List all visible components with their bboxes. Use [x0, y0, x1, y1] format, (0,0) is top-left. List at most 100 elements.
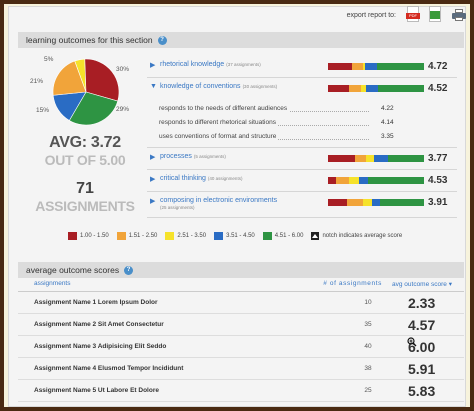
bar-segment-band2 — [335, 177, 350, 184]
bar-segment-band2 — [352, 63, 363, 70]
outcome-row-rhetorical-knowledge[interactable]: ▶ rhetorical knowledge (37 assignments) 4… — [147, 56, 457, 78]
outcome-row-critical-thinking[interactable]: ▶ critical thinking (40 assignments) 4.53 — [147, 170, 457, 192]
assignments-count: 71 — [76, 180, 94, 197]
outcome-distribution-bar — [328, 63, 424, 70]
outcome-name[interactable]: knowledge of conventions — [160, 83, 241, 90]
assignment-name[interactable]: Assignment Name 4 Elusmod Tempor Incidid… — [18, 365, 298, 372]
bar-segment-band2 — [354, 155, 367, 162]
assignment-name[interactable]: Assignment Name 1 Lorem Ipsum Dolor — [18, 299, 298, 306]
sort-desc-icon[interactable]: ▾ — [449, 281, 452, 288]
outcome-name[interactable]: processes — [160, 153, 192, 160]
info-icon[interactable]: ? — [157, 35, 167, 45]
assignment-count: 35 — [364, 321, 372, 328]
outcome-count: (40 assignments) — [207, 176, 243, 181]
pie-chart — [52, 58, 120, 126]
outcome-row-processes[interactable]: ▶ processes (5 assignments) 3.77 — [147, 148, 457, 170]
table-row[interactable]: Assignment Name 2 Sit Amet Consectetur 35… — [18, 314, 464, 336]
outcome-score: 4.53 — [428, 175, 448, 186]
bar-segment-band1 — [328, 63, 352, 70]
collapse-arrow-icon[interactable]: ▼ — [150, 83, 157, 90]
assignment-score: 2.33 — [408, 294, 436, 311]
export-toolbar: export report to: PDF — [347, 4, 466, 26]
outcome-count: (25 assignments) — [160, 205, 195, 210]
outcome-distribution-bar — [328, 155, 424, 162]
bar-segment-band4 — [358, 177, 369, 184]
table-header: assignments # of assignments avg outcome… — [18, 276, 464, 292]
bar-segment-band1 — [328, 155, 355, 162]
bar-segment-band3 — [349, 177, 359, 184]
assignment-score: 5.83 — [408, 382, 436, 399]
outcome-count: (30 assignments) — [242, 84, 278, 89]
column-header-score[interactable]: avg outcome score ▾ — [382, 280, 464, 288]
legend-notch: notch indicates average score — [311, 232, 402, 240]
notch-icon — [311, 232, 320, 240]
legend-band-5: 4.51 - 6.00 — [262, 232, 303, 240]
printer-icon[interactable] — [450, 6, 466, 24]
assignment-score: 5.91 — [408, 360, 436, 377]
max-score: OUT OF 5.00 — [44, 152, 126, 168]
bar-segment-band3 — [366, 155, 375, 162]
avg-scores-table: assignments # of assignments avg outcome… — [18, 276, 464, 402]
outcome-score: 4.72 — [428, 61, 448, 72]
pdf-icon[interactable]: PDF — [406, 6, 422, 24]
assignment-name[interactable]: Assignment Name 5 Ut Labore Et Dolore — [18, 387, 298, 394]
table-row[interactable]: Assignment Name 1 Lorem Ipsum Dolor 10 2.3… — [18, 292, 464, 314]
outcome-list: ▶ rhetorical knowledge (37 assignments) 4… — [147, 56, 457, 218]
assignment-name[interactable]: Assignment Name 3 Adipisicing Elit Seddo — [18, 343, 298, 350]
bar-segment-band5 — [376, 63, 424, 70]
bar-segment-band2 — [349, 85, 361, 92]
assignment-count: 10 — [364, 299, 372, 306]
expand-arrow-icon[interactable]: ▶ — [150, 175, 155, 183]
pie-label-band-5: 29% — [116, 106, 130, 113]
outcome-distribution-bar — [328, 85, 424, 92]
avg-scores-section-title: average outcome scores — [26, 265, 120, 275]
assignments-summary: 71 ASSIGNMENTS — [30, 180, 140, 214]
legend-band-3: 2.51 - 3.50 — [165, 232, 206, 240]
info-icon[interactable]: ? — [124, 265, 134, 275]
pie-label-band-3: 21% — [30, 78, 44, 85]
outcome-name[interactable]: composing in electronic environments — [160, 197, 277, 204]
zoom-cursor-icon — [407, 337, 417, 347]
outcome-name[interactable]: critical thinking — [160, 175, 206, 182]
outcome-name[interactable]: rhetorical knowledge — [160, 61, 224, 68]
outcome-row-composing-electronic[interactable]: ▶ composing in electronic environments (… — [147, 192, 457, 218]
column-header-assignments[interactable]: assignments — [18, 280, 298, 287]
assignment-count: 25 — [364, 387, 372, 394]
pie-label-band-2: 30% — [116, 66, 130, 73]
outcome-score: 3.91 — [428, 197, 448, 208]
legend-band-4: 3.51 - 4.50 — [214, 232, 255, 240]
column-header-count[interactable]: # of assignments — [298, 280, 382, 287]
outcome-row-knowledge-of-conventions[interactable]: ▼ knowledge of conventions (30 assignment… — [147, 78, 457, 100]
score-legend: 1.00 - 1.50 1.51 - 2.50 2.51 - 3.50 3.51… — [68, 232, 402, 240]
legend-band-2: 1.51 - 2.50 — [116, 232, 157, 240]
outcomes-section-title: learning outcomes for this section — [26, 35, 153, 45]
bar-segment-band1 — [328, 177, 336, 184]
bar-segment-band1 — [328, 85, 350, 92]
bar-segment-band2 — [347, 199, 363, 206]
table-row[interactable]: Assignment Name 4 Elusmod Tempor Incidid… — [18, 358, 464, 380]
assignment-count: 38 — [364, 365, 372, 372]
table-row[interactable]: Assignment Name 3 Adipisicing Elit Seddo… — [18, 336, 464, 358]
bar-segment-band4 — [372, 199, 380, 206]
average-score: AVG: 3.72 — [49, 134, 121, 151]
expand-arrow-icon[interactable]: ▶ — [150, 61, 155, 69]
assignment-score: 4.57 — [408, 316, 436, 333]
bar-segment-band5 — [368, 177, 424, 184]
average-score-summary: AVG: 3.72 OUT OF 5.00 — [30, 134, 140, 168]
expand-arrow-icon[interactable]: ▶ — [150, 197, 155, 205]
outcome-count: (5 assignments) — [193, 154, 226, 159]
sub-outcome-row: responds to different rhetorical situati… — [159, 116, 457, 130]
bar-segment-band4 — [365, 63, 377, 70]
outcome-count: (37 assignments) — [226, 62, 261, 67]
outcome-distribution-bar — [328, 199, 424, 206]
bar-segment-band5 — [377, 85, 424, 92]
outcome-distribution-bar — [328, 177, 424, 184]
sub-outcome-row: uses conventions of format and structure… — [159, 130, 457, 144]
bar-segment-band4 — [366, 85, 378, 92]
expand-arrow-icon[interactable]: ▶ — [150, 153, 155, 161]
assignment-name[interactable]: Assignment Name 2 Sit Amet Consectetur — [18, 321, 298, 328]
excel-icon[interactable] — [428, 6, 444, 24]
outcome-distribution-pie: 5% 30% 21% 15% 29% — [30, 52, 142, 132]
pie-label-band-1: 5% — [44, 56, 54, 63]
table-row[interactable]: Assignment Name 5 Ut Labore Et Dolore 25 5… — [18, 380, 464, 402]
